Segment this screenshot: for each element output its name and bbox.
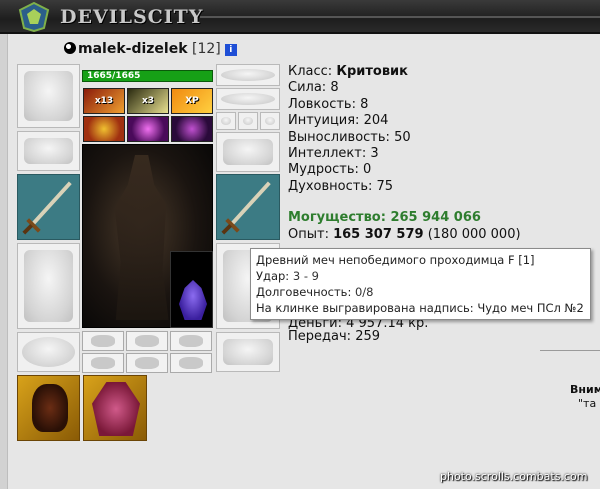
stat-intuition: Интуиция: 204 — [288, 113, 389, 129]
stat-power: Могущество: 265 944 066 — [288, 210, 481, 226]
stat-intellect: Интеллект: 3 — [288, 146, 379, 162]
pet-slot[interactable] — [170, 251, 213, 328]
tooltip-title: Древний меч непобедимого проходимца F [1… — [256, 253, 535, 267]
sword-icon — [221, 181, 271, 235]
amulet-icon — [221, 93, 275, 105]
side-note-quote: "та — [578, 397, 597, 410]
slot-cloak[interactable] — [83, 375, 147, 441]
tooltip-inscription: На клинке выгравирована надпись: Чудо ме… — [256, 301, 584, 315]
character-level: [12] — [191, 41, 221, 57]
slot-weapon-right[interactable] — [216, 174, 280, 240]
tooltip-durability: Долговечность: 0/8 — [256, 285, 374, 299]
potion-icon — [135, 335, 159, 347]
slot-boots[interactable] — [216, 332, 280, 372]
stat-transfers: Передач: 259 — [288, 329, 381, 344]
effect-xp[interactable]: XP — [171, 88, 213, 114]
ring-icon — [221, 117, 231, 125]
tooltip-damage: Удар: 3 - 9 — [256, 269, 319, 283]
watermark: photo.scrolls.combats.com — [440, 470, 588, 483]
effect-magic-1[interactable] — [127, 116, 169, 142]
slot-armor[interactable] — [17, 243, 80, 329]
scroll-icon — [179, 357, 203, 369]
slot-bag[interactable] — [17, 375, 80, 441]
character-nickname[interactable]: malek-dizelek — [78, 41, 188, 57]
sword-icon — [22, 181, 72, 235]
effect-magic-2[interactable] — [171, 116, 213, 142]
slot-ring-3[interactable] — [260, 112, 280, 130]
belt-icon — [22, 337, 75, 367]
gloves-icon — [223, 139, 273, 165]
scroll-icon — [135, 357, 159, 369]
armor-icon — [24, 250, 73, 322]
effect-buff-1[interactable]: x13 — [83, 88, 125, 114]
slot-ring-1[interactable] — [216, 112, 236, 130]
stat-strength: Сила: 8 — [288, 80, 339, 96]
belt-slot-6[interactable] — [170, 353, 212, 373]
divider — [540, 350, 600, 351]
cloak-icon — [92, 382, 140, 436]
info-icon[interactable]: i — [224, 44, 237, 56]
stat-spirituality: Духовность: 75 — [288, 178, 394, 194]
slot-gloves[interactable] — [216, 132, 280, 172]
slot-bracers[interactable] — [17, 131, 80, 171]
ring-icon — [243, 117, 253, 125]
bag-icon — [32, 384, 68, 432]
left-rail — [0, 34, 8, 489]
stat-experience: Опыт: 165 307 579 (180 000 000) — [288, 226, 521, 242]
potion-icon — [91, 335, 115, 347]
stat-class-value: Критовик — [336, 64, 408, 79]
devilscity-emblem-icon — [18, 2, 50, 32]
hp-bar: 1665/1665 — [82, 70, 213, 82]
slot-earrings[interactable] — [216, 64, 280, 86]
slot-belt[interactable] — [17, 332, 80, 372]
effect-buff-2[interactable]: x3 — [127, 88, 169, 114]
stat-agility: Ловкость: 8 — [288, 96, 369, 112]
item-tooltip: Древний меч непобедимого проходимца F [1… — [250, 248, 591, 320]
belt-slot-5[interactable] — [126, 353, 168, 373]
belt-slot-3[interactable] — [170, 331, 212, 351]
stat-class: Класс: Критовик — [288, 64, 408, 79]
belt-slot-2[interactable] — [126, 331, 168, 351]
topbar-divider — [200, 16, 600, 18]
logo-text[interactable]: DEVILSCITY — [60, 6, 203, 28]
ring-icon — [265, 117, 275, 125]
slot-amulet[interactable] — [216, 88, 280, 110]
character-figure — [114, 155, 169, 320]
effect-scroll[interactable] — [83, 116, 125, 142]
potion-icon — [179, 335, 203, 347]
bracers-icon — [24, 138, 73, 164]
character-name-line: malek-dizelek [12] i — [64, 41, 237, 57]
belt-slots — [82, 331, 213, 373]
alignment-icon — [64, 42, 76, 54]
slot-helmet[interactable] — [17, 64, 80, 128]
belt-slot-4[interactable] — [82, 353, 124, 373]
earrings-icon — [221, 69, 275, 81]
slot-ring-2[interactable] — [238, 112, 258, 130]
belt-slot-1[interactable] — [82, 331, 124, 351]
stat-endurance: Выносливость: 50 — [288, 129, 411, 145]
helmet-icon — [24, 71, 73, 121]
stat-wisdom: Мудрость: 0 — [288, 162, 372, 178]
owl-pet-icon — [179, 280, 207, 320]
scroll-icon — [91, 357, 115, 369]
slot-weapon-left[interactable] — [17, 174, 80, 240]
top-bar: DEVILSCITY — [0, 0, 600, 34]
side-note-attention: Вним — [570, 383, 600, 396]
boots-icon — [223, 339, 273, 365]
character-stats: Класс: Критовик Сила: 8 Ловкость: 8 Инту… — [288, 64, 521, 243]
